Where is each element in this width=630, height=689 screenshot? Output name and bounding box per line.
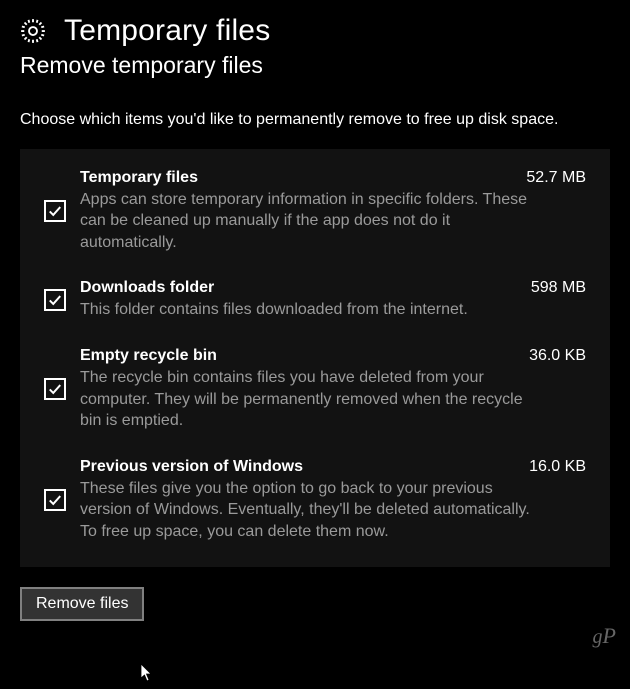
list-item: Temporary files 52.7 MB Apps can store t…: [44, 169, 586, 254]
remove-files-button[interactable]: Remove files: [20, 587, 144, 621]
item-description: These files give you the option to go ba…: [80, 478, 540, 543]
check-icon: [48, 204, 62, 218]
item-size: 16.0 KB: [529, 458, 586, 476]
item-description: This folder contains files downloaded fr…: [80, 299, 540, 321]
page-title: Temporary files: [64, 14, 270, 48]
item-size: 598 MB: [531, 279, 586, 297]
item-title: Downloads folder: [80, 279, 214, 297]
list-item: Downloads folder 598 MB This folder cont…: [44, 279, 586, 321]
page-subtitle: Remove temporary files: [20, 52, 610, 79]
checkbox-temporary-files[interactable]: [44, 200, 66, 222]
check-icon: [48, 493, 62, 507]
item-size: 36.0 KB: [529, 347, 586, 365]
checkbox-recycle-bin[interactable]: [44, 378, 66, 400]
gear-icon: [18, 16, 48, 46]
list-item: Previous version of Windows 16.0 KB Thes…: [44, 458, 586, 543]
check-icon: [48, 382, 62, 396]
checkbox-downloads-folder[interactable]: [44, 289, 66, 311]
item-title: Previous version of Windows: [80, 458, 303, 476]
items-panel: Temporary files 52.7 MB Apps can store t…: [20, 149, 610, 567]
checkbox-previous-windows[interactable]: [44, 489, 66, 511]
cursor-icon: [140, 664, 154, 687]
check-icon: [48, 293, 62, 307]
item-description: Apps can store temporary information in …: [80, 189, 540, 254]
item-title: Temporary files: [80, 169, 198, 187]
item-title: Empty recycle bin: [80, 347, 217, 365]
list-item: Empty recycle bin 36.0 KB The recycle bi…: [44, 347, 586, 432]
item-description: The recycle bin contains files you have …: [80, 367, 540, 432]
page-description: Choose which items you'd like to permane…: [20, 109, 580, 131]
item-size: 52.7 MB: [526, 169, 586, 187]
page-title-row: Temporary files: [20, 14, 610, 48]
